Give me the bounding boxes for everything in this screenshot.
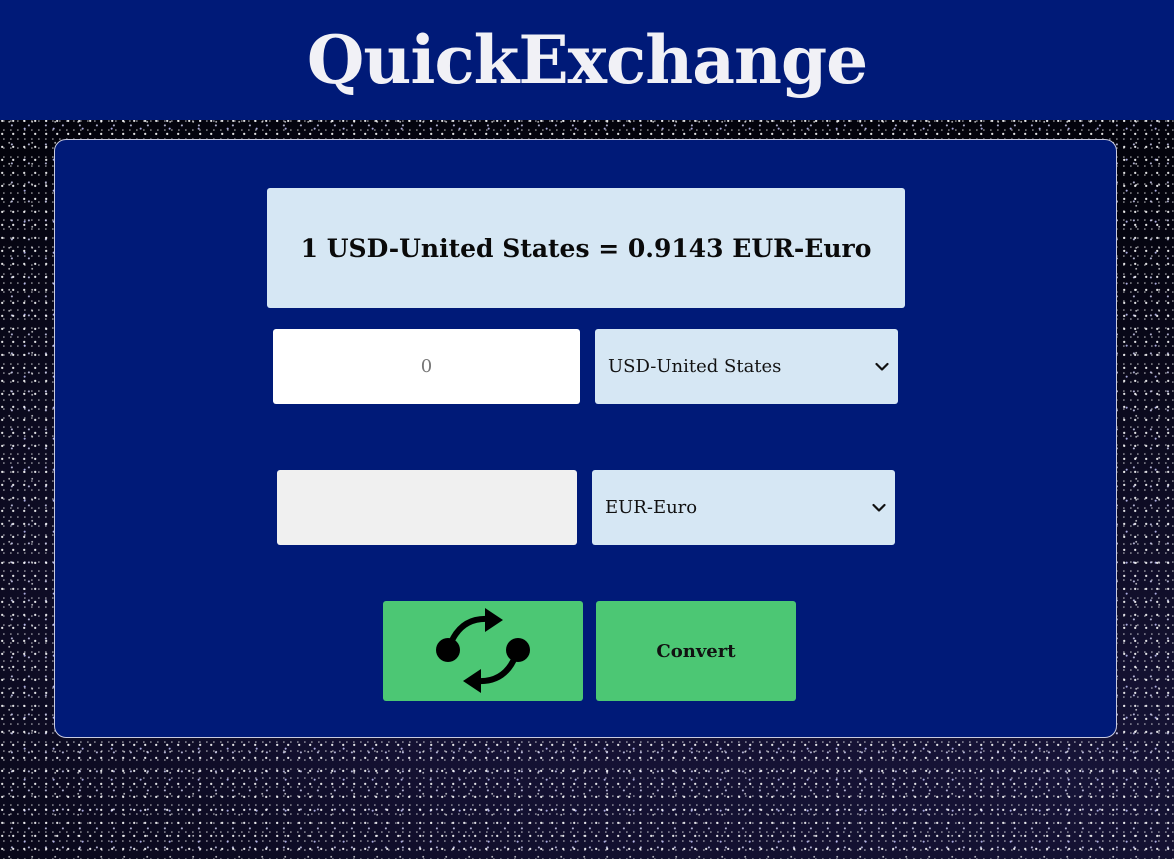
from-currency-select[interactable]: USD-United States [595, 329, 898, 404]
to-amount-output [277, 470, 577, 545]
convert-button[interactable]: Convert [596, 601, 796, 701]
app-header: QuickExchange [0, 0, 1174, 120]
chevron-down-icon [874, 359, 890, 375]
to-currency-select[interactable]: EUR-Euro [592, 470, 895, 545]
to-currency-label: EUR-Euro [605, 497, 698, 518]
swap-arrows-icon [433, 607, 533, 696]
converter-card: 1 USD-United States = 0.9143 EUR-Euro US… [54, 139, 1117, 738]
app-title: QuickExchange [306, 21, 868, 99]
chevron-down-icon [871, 500, 887, 516]
convert-button-label: Convert [656, 640, 736, 662]
swap-currencies-button[interactable] [383, 601, 583, 701]
exchange-rate-panel: 1 USD-United States = 0.9143 EUR-Euro [267, 188, 905, 308]
from-currency-label: USD-United States [608, 356, 782, 377]
from-amount-input[interactable] [273, 329, 580, 404]
exchange-rate-text: 1 USD-United States = 0.9143 EUR-Euro [300, 233, 872, 263]
